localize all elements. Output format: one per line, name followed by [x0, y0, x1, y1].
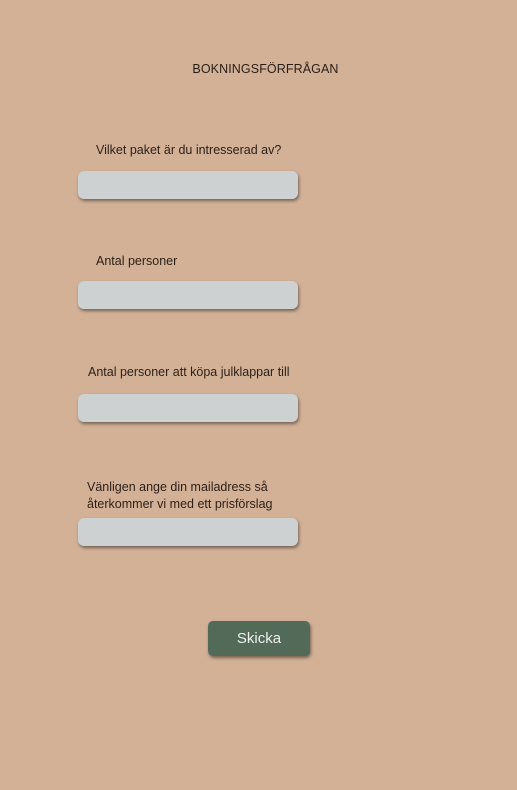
- email-input[interactable]: [78, 518, 298, 546]
- package-input[interactable]: [78, 171, 298, 199]
- email-label: Vänligen ange din mailadress så återkomm…: [87, 479, 272, 513]
- gift-persons-input[interactable]: [78, 394, 298, 422]
- email-label-line1: Vänligen ange din mailadress så: [87, 480, 268, 494]
- persons-input[interactable]: [78, 281, 298, 309]
- email-label-line2: återkommer vi med ett prisförslag: [87, 497, 273, 511]
- gift-persons-label: Antal personer att köpa julklappar till: [88, 365, 290, 379]
- package-label: Vilket paket är du intresserad av?: [96, 143, 282, 157]
- submit-button[interactable]: Skicka: [208, 621, 310, 656]
- page-title: BOKNINGSFÖRFRÅGAN: [192, 62, 339, 76]
- persons-label: Antal personer: [96, 254, 178, 268]
